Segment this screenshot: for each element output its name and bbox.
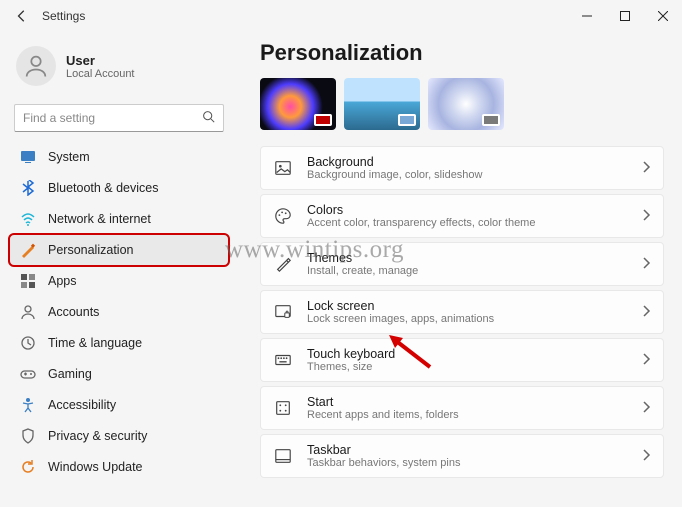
- card-subtitle: Accent color, transparency effects, colo…: [307, 217, 627, 229]
- card-title: Background: [307, 155, 627, 169]
- nav-item-bluetooth[interactable]: Bluetooth & devices: [10, 173, 228, 203]
- card-title: Start: [307, 395, 627, 409]
- main-content: Personalization Background Background im…: [238, 32, 682, 507]
- bluetooth-icon: [20, 180, 36, 196]
- avatar: [16, 46, 56, 86]
- nav-item-accounts[interactable]: Accounts: [10, 297, 228, 327]
- card-title: Touch keyboard: [307, 347, 627, 361]
- sidebar: User Local Account System Bluetooth & de…: [0, 32, 238, 507]
- nav-label: Accessibility: [48, 398, 116, 412]
- system-icon: [20, 149, 36, 165]
- card-colors[interactable]: Colors Accent color, transparency effect…: [260, 194, 664, 238]
- chevron-right-icon: [641, 353, 651, 368]
- start-icon: [273, 398, 293, 418]
- update-icon: [20, 459, 36, 475]
- settings-list: Background Background image, color, slid…: [260, 146, 664, 478]
- user-name: User: [66, 53, 135, 68]
- card-title: Taskbar: [307, 443, 627, 457]
- nav-label: Time & language: [48, 336, 142, 350]
- card-subtitle: Recent apps and items, folders: [307, 409, 627, 421]
- theme-tile-1[interactable]: [260, 78, 336, 130]
- keyboard-icon: [273, 350, 293, 370]
- gaming-icon: [20, 366, 36, 382]
- close-button[interactable]: [644, 0, 682, 32]
- privacy-icon: [20, 428, 36, 444]
- time-icon: [20, 335, 36, 351]
- nav-item-privacy[interactable]: Privacy & security: [10, 421, 228, 451]
- card-subtitle: Lock screen images, apps, animations: [307, 313, 627, 325]
- nav-label: Personalization: [48, 243, 133, 257]
- nav-label: Apps: [48, 274, 77, 288]
- card-touch-keyboard[interactable]: Touch keyboard Themes, size: [260, 338, 664, 382]
- background-icon: [273, 158, 293, 178]
- card-title: Themes: [307, 251, 627, 265]
- search-input[interactable]: [23, 111, 202, 125]
- card-subtitle: Themes, size: [307, 361, 627, 373]
- theme-tile-3[interactable]: [428, 78, 504, 130]
- card-subtitle: Background image, color, slideshow: [307, 169, 627, 181]
- window-title: Settings: [42, 9, 85, 23]
- nav-item-system[interactable]: System: [10, 142, 228, 172]
- chevron-right-icon: [641, 161, 651, 176]
- minimize-button[interactable]: [568, 0, 606, 32]
- nav-label: System: [48, 150, 90, 164]
- nav-item-accessibility[interactable]: Accessibility: [10, 390, 228, 420]
- user-subtitle: Local Account: [66, 68, 135, 80]
- back-button[interactable]: [4, 0, 40, 32]
- personalization-icon: [20, 242, 36, 258]
- nav-label: Accounts: [48, 305, 99, 319]
- theme-tile-2[interactable]: [344, 78, 420, 130]
- lock-screen-icon: [273, 302, 293, 322]
- nav: System Bluetooth & devices Network & int…: [10, 142, 228, 482]
- card-subtitle: Install, create, manage: [307, 265, 627, 277]
- card-background[interactable]: Background Background image, color, slid…: [260, 146, 664, 190]
- search-icon: [202, 110, 215, 126]
- nav-item-gaming[interactable]: Gaming: [10, 359, 228, 389]
- colors-icon: [273, 206, 293, 226]
- page-title: Personalization: [260, 40, 664, 66]
- card-taskbar[interactable]: Taskbar Taskbar behaviors, system pins: [260, 434, 664, 478]
- nav-item-time[interactable]: Time & language: [10, 328, 228, 358]
- themes-icon: [273, 254, 293, 274]
- nav-label: Bluetooth & devices: [48, 181, 159, 195]
- nav-item-personalization[interactable]: Personalization: [10, 235, 228, 265]
- nav-label: Privacy & security: [48, 429, 147, 443]
- card-themes[interactable]: Themes Install, create, manage: [260, 242, 664, 286]
- card-lock-screen[interactable]: Lock screen Lock screen images, apps, an…: [260, 290, 664, 334]
- chevron-right-icon: [641, 305, 651, 320]
- card-title: Colors: [307, 203, 627, 217]
- chevron-right-icon: [641, 209, 651, 224]
- nav-label: Gaming: [48, 367, 92, 381]
- card-subtitle: Taskbar behaviors, system pins: [307, 457, 627, 469]
- chevron-right-icon: [641, 449, 651, 464]
- apps-icon: [20, 273, 36, 289]
- chevron-right-icon: [641, 257, 651, 272]
- chevron-right-icon: [641, 401, 651, 416]
- window-controls: [568, 0, 682, 32]
- card-start[interactable]: Start Recent apps and items, folders: [260, 386, 664, 430]
- theme-preview-row: [260, 78, 664, 130]
- nav-item-update[interactable]: Windows Update: [10, 452, 228, 482]
- accounts-icon: [20, 304, 36, 320]
- network-icon: [20, 211, 36, 227]
- nav-label: Network & internet: [48, 212, 151, 226]
- nav-item-network[interactable]: Network & internet: [10, 204, 228, 234]
- accessibility-icon: [20, 397, 36, 413]
- maximize-button[interactable]: [606, 0, 644, 32]
- nav-item-apps[interactable]: Apps: [10, 266, 228, 296]
- card-title: Lock screen: [307, 299, 627, 313]
- nav-label: Windows Update: [48, 460, 143, 474]
- user-block[interactable]: User Local Account: [10, 42, 228, 100]
- search-box[interactable]: [14, 104, 224, 132]
- taskbar-icon: [273, 446, 293, 466]
